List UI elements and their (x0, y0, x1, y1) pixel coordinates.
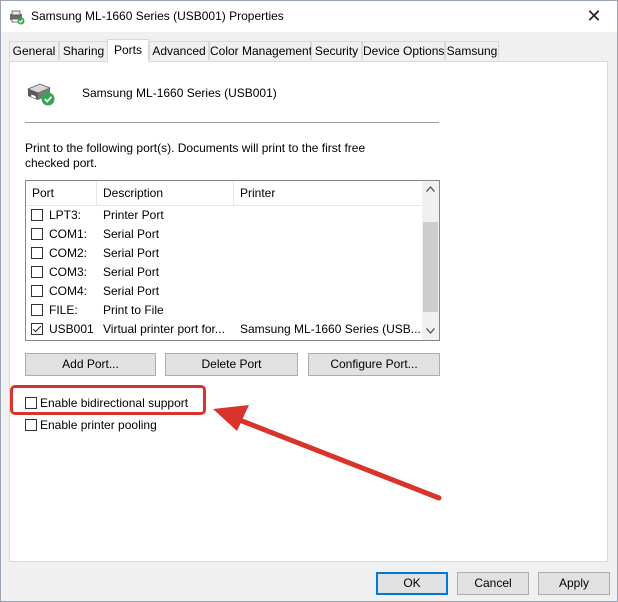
tab-advanced[interactable]: Advanced (149, 41, 209, 60)
printer-icon (10, 10, 25, 25)
port-checkbox[interactable] (31, 228, 43, 240)
port-description: Virtual printer port for... (103, 322, 225, 336)
properties-dialog: Samsung ML-1660 Series (USB001) Properti… (0, 0, 618, 602)
port-checkbox[interactable] (31, 266, 43, 278)
window-title: Samsung ML-1660 Series (USB001) Properti… (31, 9, 284, 23)
port-description: Print to File (103, 303, 164, 317)
scroll-down-button[interactable] (422, 323, 439, 340)
port-row-com2[interactable]: COM2: Serial Port (26, 244, 422, 263)
bidirectional-support-label[interactable]: Enable bidirectional support (40, 396, 188, 410)
column-header-port[interactable]: Port (26, 181, 97, 205)
ports-list-header: Port Description Printer (26, 181, 422, 206)
ports-list[interactable]: Port Description Printer LPT3: Printer P… (25, 180, 440, 341)
port-checkbox[interactable] (31, 285, 43, 297)
apply-button[interactable]: Apply (538, 572, 610, 595)
port-checkbox[interactable] (31, 209, 43, 221)
cancel-button[interactable]: Cancel (457, 572, 529, 595)
port-row-usb001[interactable]: USB001 Virtual printer port for... Samsu… (26, 320, 422, 339)
delete-port-button[interactable]: Delete Port (165, 353, 298, 376)
port-description: Serial Port (103, 227, 160, 241)
tab-security[interactable]: Security (311, 41, 362, 60)
printer-ready-icon (26, 83, 55, 106)
port-printer: Samsung ML-1660 Series (USB... (240, 322, 420, 336)
tab-samsung[interactable]: Samsung (445, 41, 499, 60)
chevron-up-icon (425, 185, 436, 192)
port-name: COM3: (49, 265, 88, 279)
chevron-down-icon (425, 328, 436, 335)
port-row-lpt3[interactable]: LPT3: Printer Port (26, 206, 422, 225)
column-header-description[interactable]: Description (97, 181, 234, 205)
configure-port-button[interactable]: Configure Port... (308, 353, 440, 376)
tab-device-options[interactable]: Device Options (362, 41, 445, 60)
port-row-com4[interactable]: COM4: Serial Port (26, 282, 422, 301)
port-name: LPT3: (49, 208, 82, 222)
ports-list-scrollbar[interactable] (422, 181, 439, 340)
close-icon: ✕ (586, 6, 602, 26)
port-name: USB001 (49, 322, 94, 336)
tab-ports[interactable]: Ports (107, 39, 149, 62)
divider (25, 122, 439, 123)
printer-pooling-label[interactable]: Enable printer pooling (40, 418, 157, 432)
tab-general[interactable]: General (9, 41, 59, 60)
printer-pooling-checkbox[interactable] (25, 419, 37, 431)
port-description: Serial Port (103, 284, 160, 298)
port-checkbox[interactable] (31, 323, 43, 335)
scroll-up-button[interactable] (422, 181, 439, 198)
port-description: Serial Port (103, 265, 160, 279)
port-name: COM1: (49, 227, 88, 241)
scroll-thumb[interactable] (423, 222, 438, 312)
port-row-file[interactable]: FILE: Print to File (26, 301, 422, 320)
port-name: COM4: (49, 284, 88, 298)
port-description: Printer Port (103, 208, 164, 222)
column-header-printer[interactable]: Printer (234, 181, 422, 205)
port-description: Serial Port (103, 246, 160, 260)
title-bar[interactable]: Samsung ML-1660 Series (USB001) Properti… (1, 1, 617, 32)
bidirectional-support-checkbox[interactable] (25, 397, 37, 409)
tab-sharing[interactable]: Sharing (59, 41, 108, 60)
ok-button[interactable]: OK (376, 572, 448, 595)
port-row-com3[interactable]: COM3: Serial Port (26, 263, 422, 282)
port-checkbox[interactable] (31, 304, 43, 316)
port-row-com1[interactable]: COM1: Serial Port (26, 225, 422, 244)
port-name: COM2: (49, 246, 88, 260)
ports-instructions: Print to the following port(s). Document… (25, 141, 366, 170)
port-name: FILE: (49, 303, 78, 317)
add-port-button[interactable]: Add Port... (25, 353, 156, 376)
close-button[interactable]: ✕ (571, 1, 617, 32)
ports-tab-panel: Samsung ML-1660 Series (USB001) Print to… (9, 61, 608, 562)
tab-color-management[interactable]: Color Management (209, 41, 312, 60)
printer-name: Samsung ML-1660 Series (USB001) (82, 86, 277, 100)
port-checkbox[interactable] (31, 247, 43, 259)
